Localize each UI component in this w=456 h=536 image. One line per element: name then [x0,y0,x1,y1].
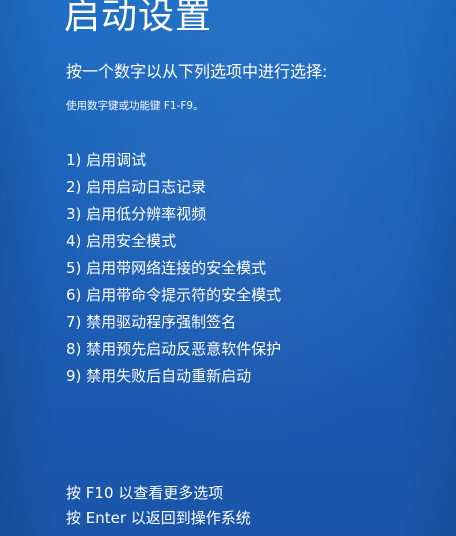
option-safe-mode-with-command-prompt[interactable]: 6) 启用带命令提示符的安全模式 [66,282,281,309]
option-enable-low-resolution-video[interactable]: 3) 启用低分辨率视频 [66,201,281,228]
option-disable-early-launch-antimalware[interactable]: 8) 禁用预先启动反恶意软件保护 [66,336,281,363]
return-to-os-hint[interactable]: 按 Enter 以返回到操作系统 [66,506,251,531]
footer-instructions: 按 F10 以查看更多选项 按 Enter 以返回到操作系统 [66,481,251,531]
option-enable-boot-logging[interactable]: 2) 启用启动日志记录 [66,174,281,201]
option-enable-debugging[interactable]: 1) 启用调试 [66,147,281,174]
more-options-hint[interactable]: 按 F10 以查看更多选项 [66,481,251,506]
option-disable-driver-signature-enforcement[interactable]: 7) 禁用驱动程序强制签名 [66,309,281,336]
startup-options-list: 1) 启用调试 2) 启用启动日志记录 3) 启用低分辨率视频 4) 启用安全模… [66,147,281,390]
option-enable-safe-mode[interactable]: 4) 启用安全模式 [66,228,281,255]
page-title: 启动设置 [64,0,213,37]
option-disable-auto-restart-after-failure[interactable]: 9) 禁用失败后自动重新启动 [66,363,281,390]
instruction-text: 按一个数字以从下列选项中进行选择: [66,62,328,81]
key-hint-text: 使用数字键或功能键 F1-F9。 [66,100,204,112]
option-safe-mode-with-networking[interactable]: 5) 启用带网络连接的安全模式 [66,255,281,282]
